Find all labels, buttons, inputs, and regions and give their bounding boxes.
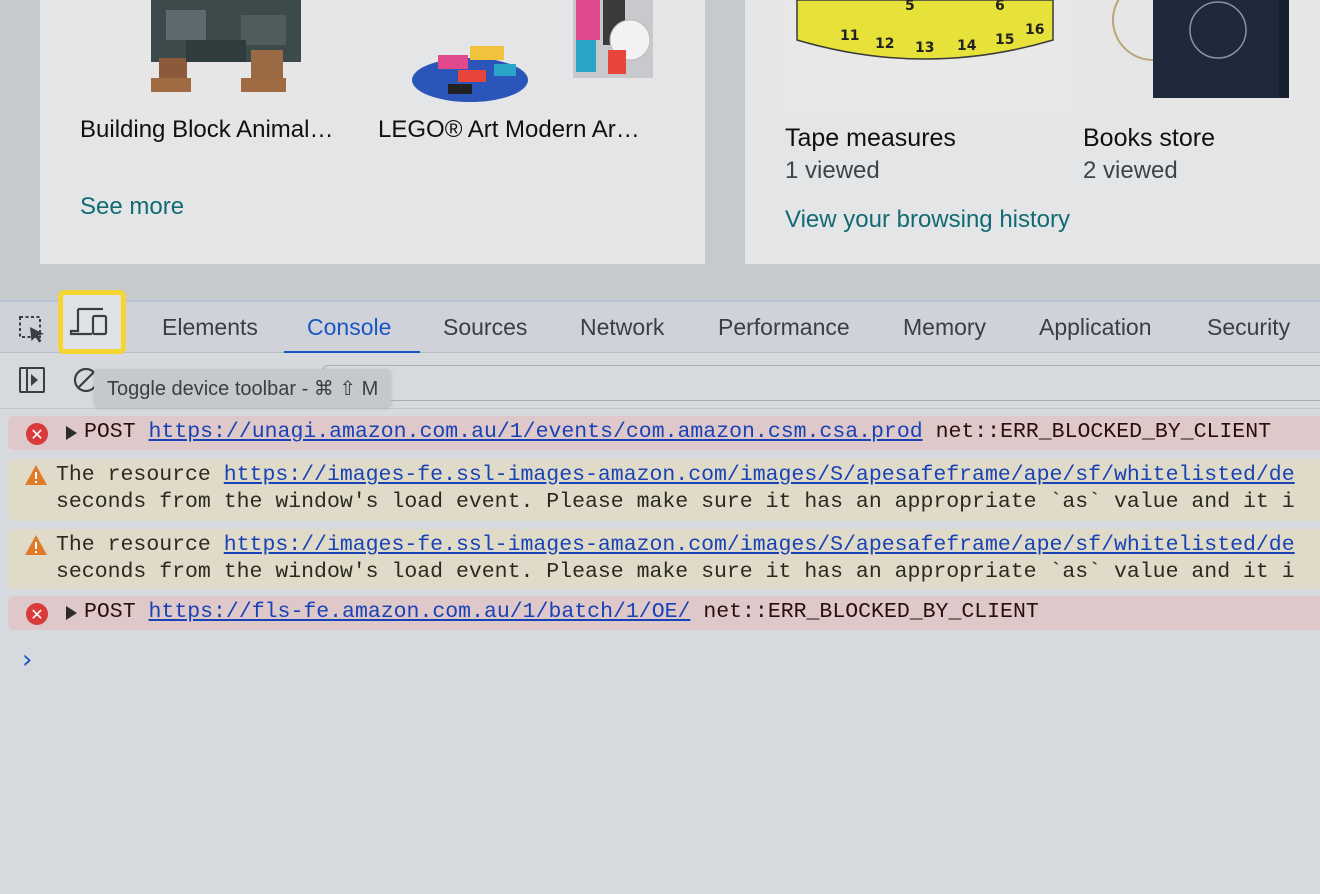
warning-prefix: The resource (56, 533, 211, 557)
console-error-message: ✕ POST https://unagi.amazon.com.au/1/eve… (8, 416, 1320, 450)
error-icon: ✕ (26, 603, 48, 625)
tab-elements[interactable]: Elements (162, 314, 258, 341)
request-method: POST (84, 420, 136, 444)
console-prompt-icon[interactable]: › (22, 645, 32, 675)
resource-url-link[interactable]: https://images-fe.ssl-images-amazon.com/… (224, 463, 1295, 487)
warning-icon (25, 465, 47, 485)
warning-detail: seconds from the window's load event. Pl… (56, 490, 1295, 514)
tab-performance[interactable]: Performance (718, 314, 850, 341)
resource-url-link[interactable]: https://images-fe.ssl-images-amazon.com/… (224, 533, 1295, 557)
expand-caret-icon[interactable] (66, 426, 77, 440)
console-error-message: ✕ POST https://fls-fe.amazon.com.au/1/ba… (8, 596, 1320, 630)
product-image-lego-art[interactable] (408, 0, 658, 111)
sidebar-toggle-icon[interactable] (14, 363, 50, 397)
browsing-history-card: 11 12 13 14 15 16 5 6 Tape measures 1 vi… (745, 0, 1320, 264)
toggle-device-toolbar-button[interactable] (58, 290, 126, 354)
error-icon: ✕ (26, 423, 48, 445)
warning-detail: seconds from the window's load event. Pl… (56, 560, 1295, 584)
tab-security[interactable]: Security (1207, 314, 1290, 341)
expand-caret-icon[interactable] (66, 606, 77, 620)
device-toolbar-icon (69, 307, 108, 336)
view-browsing-history-link[interactable]: View your browsing history (785, 206, 1070, 234)
request-url-link[interactable]: https://unagi.amazon.com.au/1/events/com… (149, 420, 923, 444)
devtools-tab-bar: Elements Console Sources Network Perform… (0, 300, 1320, 354)
see-more-link[interactable]: See more (80, 193, 184, 221)
product-card: Building Block Animal… LEGO® Art Modern … (40, 0, 705, 264)
history-title-tape-measures[interactable]: Tape measures (785, 124, 956, 153)
product-image-building-block-animal[interactable] (91, 0, 355, 111)
inspect-element-icon[interactable] (14, 312, 50, 346)
book-image[interactable] (1083, 0, 1320, 111)
product-title-lego-art[interactable]: LEGO® Art Modern Ar… (378, 116, 640, 144)
warning-icon (25, 535, 47, 555)
console-warning-message: The resource https://images-fe.ssl-image… (8, 459, 1320, 521)
svg-text:15: 15 (995, 32, 1014, 48)
history-sub-books-store: 2 viewed (1083, 157, 1178, 184)
tab-network[interactable]: Network (580, 314, 664, 341)
tab-memory[interactable]: Memory (903, 314, 986, 341)
svg-text:13: 13 (915, 40, 934, 56)
warning-prefix: The resource (56, 463, 211, 487)
svg-text:14: 14 (957, 38, 977, 54)
tab-application[interactable]: Application (1039, 314, 1152, 341)
tape-measure-image[interactable]: 11 12 13 14 15 16 5 6 (785, 0, 1071, 111)
svg-text:11: 11 (840, 28, 859, 44)
console-warning-message: The resource https://images-fe.ssl-image… (8, 529, 1320, 589)
history-sub-tape-measures: 1 viewed (785, 157, 880, 184)
error-status: net::ERR_BLOCKED_BY_CLIENT (935, 420, 1272, 444)
error-status: net::ERR_BLOCKED_BY_CLIENT (703, 600, 1039, 624)
history-title-books-store[interactable]: Books store (1083, 124, 1215, 153)
svg-text:16: 16 (1025, 22, 1044, 38)
tab-sources[interactable]: Sources (443, 314, 527, 341)
request-url-link[interactable]: https://fls-fe.amazon.com.au/1/batch/1/O… (149, 600, 691, 624)
tab-console[interactable]: Console (307, 314, 391, 341)
svg-text:6: 6 (995, 0, 1005, 14)
svg-text:5: 5 (905, 0, 915, 14)
console-filter-input[interactable] (322, 365, 1320, 401)
product-title-building-block[interactable]: Building Block Animal… (80, 116, 333, 144)
device-toolbar-tooltip: Toggle device toolbar - ⌘ ⇧ M (94, 369, 392, 407)
web-page-content: Building Block Animal… LEGO® Art Modern … (0, 0, 1320, 300)
svg-text:12: 12 (875, 36, 894, 52)
request-method: POST (84, 600, 136, 624)
